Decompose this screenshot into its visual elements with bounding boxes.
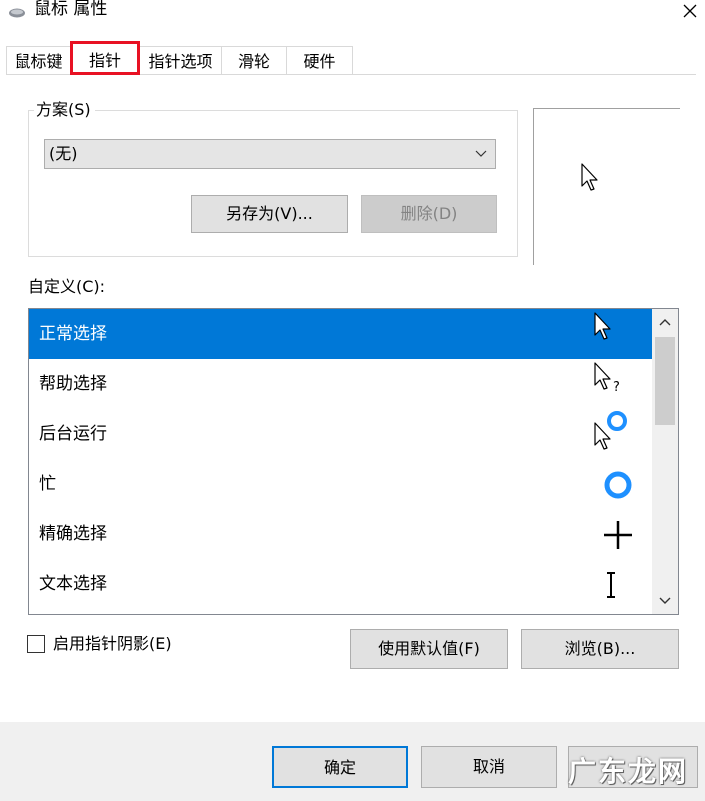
list-item-label: 忙: [39, 474, 56, 494]
list-item-label: 帮助选择: [39, 374, 107, 394]
save-as-button[interactable]: 另存为(V)...: [191, 195, 348, 233]
cancel-button[interactable]: 取消: [421, 746, 557, 788]
svg-text:?: ?: [613, 380, 620, 395]
list-item-label: 精确选择: [39, 524, 107, 544]
list-item-label: 后台运行: [39, 424, 107, 444]
watermark-text: 广东龙网: [568, 755, 689, 788]
cursor-preview-box: [533, 108, 680, 265]
list-item-label: 正常选择: [39, 324, 107, 344]
text-beam-cursor-icon: [589, 559, 639, 609]
list-item-busy[interactable]: 忙: [29, 459, 652, 509]
list-item-working-background[interactable]: 后台运行: [29, 409, 652, 459]
scheme-selected-value: (无): [49, 144, 78, 163]
list-item-text-select[interactable]: 文本选择: [29, 559, 652, 609]
pointer-shadow-label: 启用指针阴影(E): [53, 634, 172, 653]
arrow-cursor-icon: [589, 309, 639, 359]
busy-cursor-icon: [589, 459, 639, 509]
scheme-dropdown[interactable]: (无): [44, 139, 496, 169]
list-item-normal-select[interactable]: 正常选择: [29, 309, 652, 359]
close-icon: [683, 4, 696, 18]
help-cursor-icon: ?: [589, 359, 639, 409]
list-item-precision-select[interactable]: 精确选择: [29, 509, 652, 559]
arrow-cursor-preview-icon: [580, 162, 602, 196]
list-scrollbar[interactable]: [652, 309, 678, 614]
tab-hardware[interactable]: 硬件: [286, 46, 353, 75]
tab-pointers[interactable]: 指针: [70, 41, 140, 75]
delete-button[interactable]: 删除(D): [361, 195, 497, 233]
tab-wheel[interactable]: 滑轮: [221, 46, 287, 75]
chevron-down-icon: [659, 597, 671, 604]
tab-buttons[interactable]: 鼠标键: [6, 46, 71, 75]
cursor-list[interactable]: 正常选择 帮助选择 ? 后台运行 忙 精确选择 文本选择: [28, 308, 679, 615]
close-button[interactable]: [674, 0, 705, 22]
list-item-label: 文本选择: [39, 574, 107, 594]
chevron-up-icon: [659, 319, 671, 326]
precision-cross-cursor-icon: [589, 509, 639, 559]
window-title: 鼠标 属性: [34, 0, 108, 19]
title-bar: 鼠标 属性: [0, 0, 705, 24]
pointer-shadow-checkbox[interactable]: [27, 635, 45, 653]
ok-button[interactable]: 确定: [272, 746, 408, 788]
scheme-groupbox: [28, 110, 518, 257]
scroll-down-button[interactable]: [652, 588, 678, 614]
working-in-background-cursor-icon: [589, 409, 639, 459]
tab-pointer-options[interactable]: 指针选项: [139, 46, 222, 75]
scheme-label: 方案(S): [34, 99, 95, 121]
chevron-down-icon: [475, 140, 487, 178]
list-item-help-select[interactable]: 帮助选择 ?: [29, 359, 652, 409]
scroll-up-button[interactable]: [652, 309, 678, 335]
customize-label: 自定义(C):: [28, 277, 106, 296]
use-default-button[interactable]: 使用默认值(F): [350, 629, 508, 669]
scroll-thumb[interactable]: [655, 337, 675, 425]
browse-button[interactable]: 浏览(B)...: [521, 629, 679, 669]
mouse-app-icon: [8, 4, 26, 18]
